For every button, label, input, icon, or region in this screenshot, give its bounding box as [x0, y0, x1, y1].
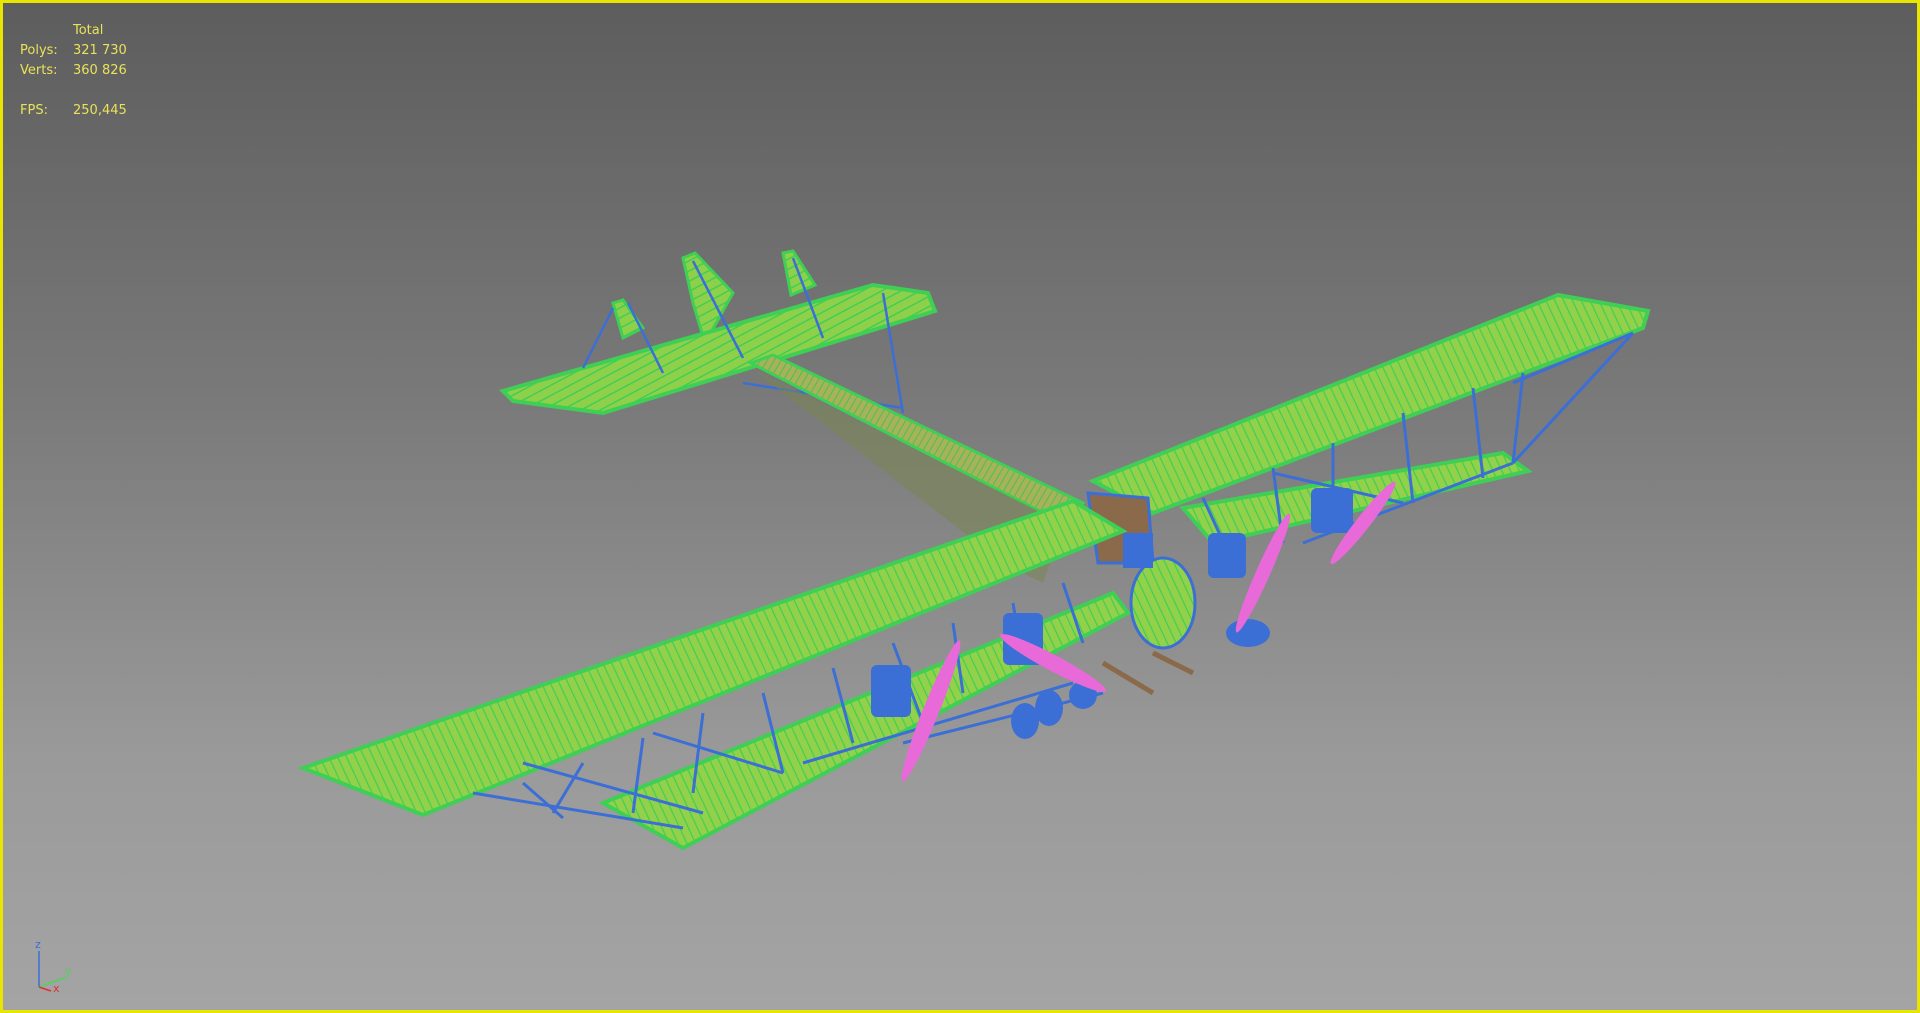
3d-viewport[interactable]: Total Polys: 321 730 Verts: 360 826 FPS: 25… — [0, 0, 1920, 1013]
axis-x-label: x — [53, 982, 60, 995]
landing-skids — [1101, 650, 1195, 696]
axis-gizmo: z y x — [31, 939, 81, 995]
axis-z-label: z — [35, 938, 41, 951]
axis-y-label: y — [65, 964, 72, 977]
fuselage — [747, 353, 1086, 525]
biplane-wireframe-model[interactable] — [3, 3, 1917, 1010]
